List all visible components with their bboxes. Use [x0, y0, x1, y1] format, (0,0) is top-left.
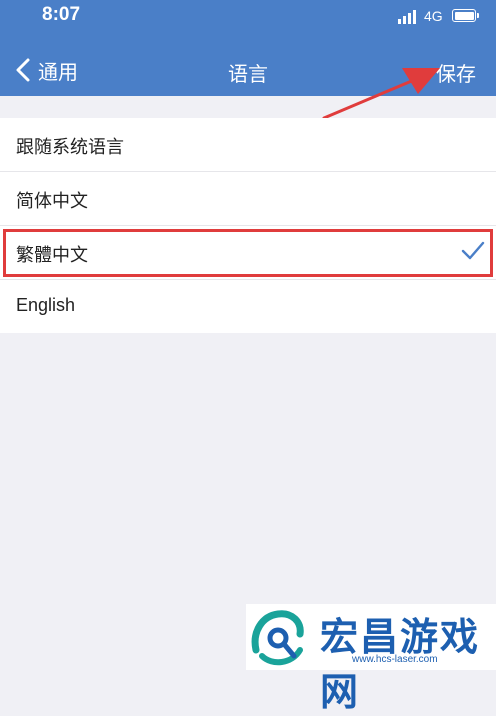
option-label: 繁體中文 [16, 245, 88, 265]
checkmark-icon [461, 241, 485, 260]
option-label: English [16, 295, 76, 315]
watermark-url: www.hcs-laser.com [352, 654, 438, 665]
status-bar: 8:07 4G [0, 0, 496, 36]
watermark: 宏昌游戏网 www.hcs-laser.com [246, 604, 496, 714]
option-label: 跟随系统语言 [16, 137, 124, 157]
signal-icon [398, 10, 416, 24]
option-simplified-chinese[interactable]: 简体中文 [0, 172, 496, 226]
watermark-logo-icon [251, 610, 304, 666]
option-traditional-chinese[interactable]: 繁體中文 [0, 226, 496, 280]
network-label: 4G [424, 8, 443, 24]
status-time: 8:07 [42, 4, 81, 25]
battery-icon [452, 9, 479, 22]
language-option-list: 跟随系统语言 简体中文 繁體中文 English [0, 118, 496, 333]
red-arrow-annotation [322, 68, 440, 120]
option-english[interactable]: English [0, 280, 496, 333]
option-follow-system[interactable]: 跟随系统语言 [0, 118, 496, 172]
option-label: 简体中文 [16, 191, 88, 211]
